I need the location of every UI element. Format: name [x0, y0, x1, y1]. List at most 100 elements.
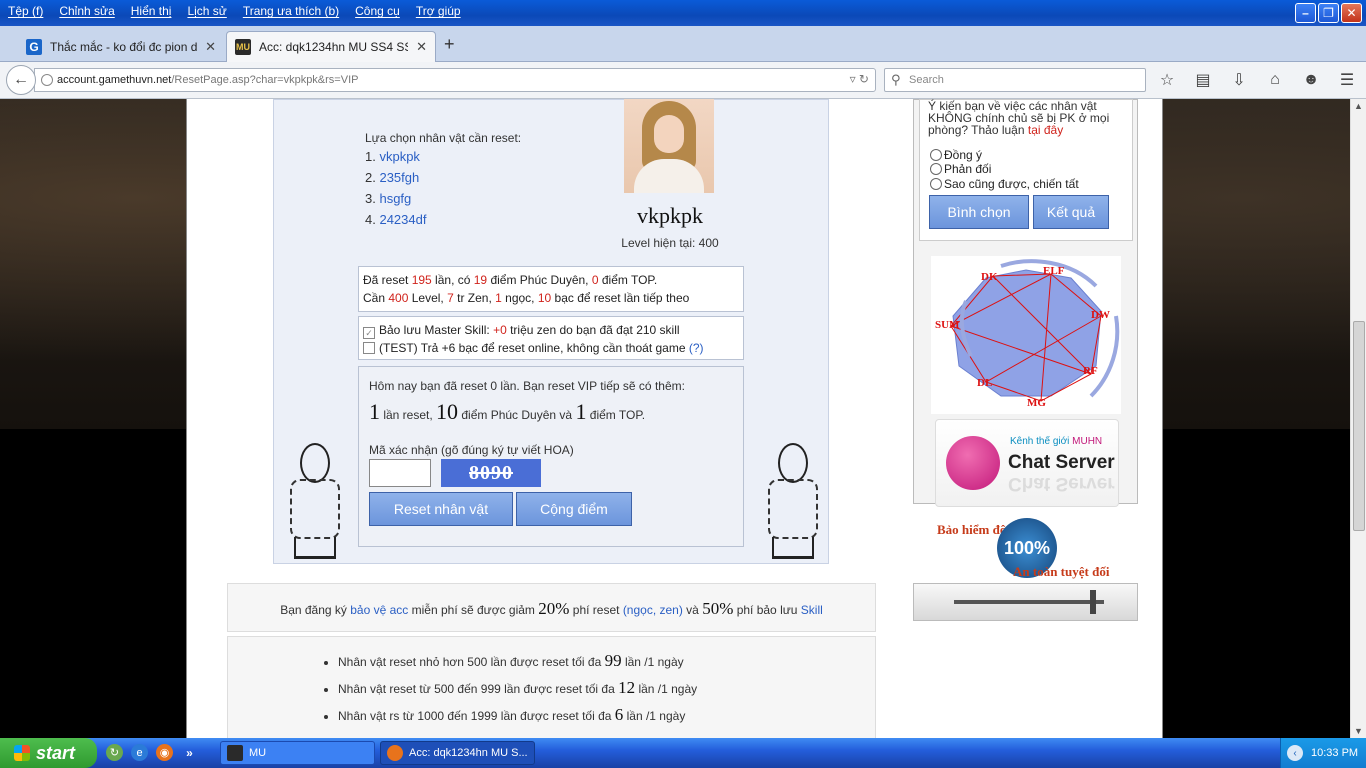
- reset-rules: Nhân vật reset nhỏ hơn 500 lần được rese…: [227, 636, 876, 738]
- vote-button[interactable]: Bình chọn: [929, 195, 1029, 229]
- class-relation-diagram: DK ELF DW RF MG DL SUM: [931, 256, 1121, 414]
- insurance-badge[interactable]: Bảo hiểm độ 100% An toàn tuyệt đối: [935, 514, 1120, 584]
- back-arrow-icon: ←: [13, 71, 29, 88]
- character-link[interactable]: 235fgh: [379, 170, 419, 185]
- character-link[interactable]: 24234df: [379, 212, 426, 227]
- discussion-link[interactable]: tại đây: [1028, 123, 1063, 137]
- taskbar-item-mu[interactable]: MU: [220, 741, 375, 765]
- tab-thac-mac[interactable]: G Thắc mắc - ko đổi đc pion dư |... ✕: [18, 31, 224, 62]
- menu-history[interactable]: Lịch sử: [179, 0, 234, 22]
- ie-icon[interactable]: e: [131, 744, 148, 761]
- radio-icon: [930, 178, 942, 190]
- list-item: 1. vkpkpk: [365, 149, 420, 164]
- bookmark-star-icon[interactable]: ☆: [1156, 69, 1178, 91]
- results-button[interactable]: Kết quả: [1033, 195, 1109, 229]
- g-favicon-icon: G: [26, 38, 42, 55]
- skill-link[interactable]: Skill: [801, 603, 823, 617]
- character-level: Level hiện tại: 400: [621, 236, 719, 250]
- character-link[interactable]: vkpkpk: [379, 149, 419, 164]
- phuc-duyen-points: 19: [473, 273, 488, 287]
- navigation-bar: account.gamethuvn.net/ResetPage.asp?char…: [0, 62, 1366, 99]
- choose-character-label: Lựa chọn nhân vật cần reset:: [365, 131, 522, 145]
- menu-view[interactable]: Hiển thị: [123, 0, 180, 22]
- tab-acc-mu[interactable]: MU Acc: dqk1234hn MU SS4 SS6 ... ✕: [226, 31, 436, 62]
- taskbar: start ↻ e ◉ » MU Acc: dqk1234hn MU S... …: [0, 738, 1366, 768]
- reset-count: 195: [411, 273, 432, 287]
- class-label-dk: DK: [981, 271, 998, 283]
- reading-list-icon[interactable]: ▤: [1192, 69, 1214, 91]
- menu-file[interactable]: Tệp (f): [0, 0, 51, 22]
- page-scrollbar[interactable]: ▲ ▼: [1350, 99, 1366, 738]
- firefox-icon[interactable]: ◉: [156, 744, 173, 761]
- list-item: Nhân vật rs từ 1000 đến 1999 lần được re…: [338, 705, 697, 732]
- close-tab-icon[interactable]: ✕: [205, 39, 216, 55]
- mu-favicon-icon: MU: [235, 39, 251, 55]
- online-reset-checkbox[interactable]: [363, 342, 375, 354]
- poll-option[interactable]: Sao cũng được, chiến tất: [930, 177, 1079, 191]
- chat-bubble-icon: [946, 436, 1000, 490]
- download-icon[interactable]: ⇩: [1228, 69, 1250, 91]
- scroll-up-icon[interactable]: ▲: [1354, 101, 1363, 111]
- tray-back-icon[interactable]: ‹: [1287, 745, 1303, 761]
- captcha-image: 8090: [441, 459, 541, 487]
- url-host: account.gamethuvn.net: [57, 74, 172, 86]
- insurance-line1: Bảo hiểm độ: [937, 522, 1007, 537]
- search-placeholder: Search: [909, 74, 944, 86]
- hamburger-menu-icon[interactable]: ☰: [1336, 69, 1358, 91]
- firefox-icon: [387, 745, 403, 761]
- scroll-down-icon[interactable]: ▼: [1354, 726, 1363, 736]
- vip-info: Hôm nay bạn đã reset 0 lần. Bạn reset VI…: [369, 379, 685, 393]
- keep-master-skill-checkbox[interactable]: ✓: [363, 327, 375, 339]
- search-input[interactable]: ⚲ Search: [884, 68, 1146, 92]
- windows-flag-icon: [14, 745, 30, 761]
- warrior-sketch-right: [758, 433, 828, 563]
- home-icon[interactable]: ⌂: [1264, 69, 1286, 91]
- list-item: 2. 235fgh: [365, 170, 420, 185]
- sword-divider: [913, 583, 1138, 621]
- clock: 10:33 PM: [1311, 747, 1359, 759]
- new-tab-icon[interactable]: +: [444, 34, 455, 55]
- more-quicklaunch-icon[interactable]: »: [181, 744, 198, 761]
- list-item: Nhân vật reset từ 500 đến 999 lần được r…: [338, 678, 697, 705]
- class-label-rf: RF: [1083, 365, 1098, 377]
- window-titlebar: Tệp (f) Chỉnh sửa Hiển thị Lịch sử Trang…: [0, 0, 1366, 26]
- protect-account-link[interactable]: bảo vệ acc: [350, 603, 408, 617]
- close-window-button[interactable]: ✕: [1341, 3, 1362, 23]
- taskbar-item-firefox[interactable]: Acc: dqk1234hn MU S...: [380, 741, 535, 765]
- refresh-app-icon[interactable]: ↻: [106, 744, 123, 761]
- restore-button[interactable]: ❐: [1318, 3, 1339, 23]
- poll-question: Ý kiến bạn về việc các nhân vật KHÔNG ch…: [928, 99, 1110, 137]
- list-item: Nhân vật reset nhỏ hơn 500 lần được rese…: [338, 651, 697, 678]
- url-bar[interactable]: account.gamethuvn.net/ResetPage.asp?char…: [34, 68, 876, 92]
- chat-server-banner[interactable]: Kênh thế giới MUHN Chat Server Chat Serv…: [935, 419, 1119, 507]
- character-portrait: [624, 99, 714, 193]
- emoji-icon[interactable]: ☻: [1300, 69, 1322, 91]
- class-label-sum: SUM: [935, 319, 960, 331]
- menu-tools[interactable]: Công cụ: [347, 0, 408, 22]
- class-label-dl: DL: [977, 377, 992, 389]
- poll-option[interactable]: Đồng ý: [930, 148, 982, 162]
- start-button[interactable]: start: [0, 738, 97, 768]
- globe-icon: [41, 74, 53, 86]
- reload-icon[interactable]: ▿ ↻: [850, 72, 869, 86]
- chat-server-reflection: Chat Server: [1008, 473, 1115, 494]
- page-viewport: Lựa chọn nhân vật cần reset: 1. vkpkpk 2…: [0, 99, 1350, 738]
- vip-bonus: 1 lần reset, 10 điểm Phúc Duyên và 1 điể…: [369, 399, 646, 424]
- chat-channel-label: Kênh thế giới MUHN: [1010, 436, 1103, 447]
- minimize-button[interactable]: –: [1295, 3, 1316, 23]
- vip-reset-box: Hôm nay bạn đã reset 0 lần. Bạn reset VI…: [358, 366, 744, 547]
- character-link[interactable]: hsgfg: [379, 191, 411, 206]
- help-link[interactable]: (?): [689, 341, 704, 355]
- menu-bookmarks[interactable]: Trang ưa thích (b): [235, 0, 347, 22]
- poll-option[interactable]: Phản đối: [930, 162, 991, 176]
- tab-title: Thắc mắc - ko đổi đc pion dư |...: [50, 39, 198, 54]
- menu-edit[interactable]: Chỉnh sửa: [51, 0, 122, 22]
- add-points-button[interactable]: Cộng điểm: [516, 492, 632, 526]
- start-label: start: [36, 742, 76, 763]
- captcha-input[interactable]: [369, 459, 431, 487]
- scroll-thumb[interactable]: [1353, 321, 1365, 531]
- menu-help[interactable]: Trợ giúp: [408, 0, 469, 22]
- reset-character-button[interactable]: Reset nhân vật: [369, 492, 513, 526]
- back-button[interactable]: ←: [6, 65, 36, 95]
- close-tab-icon[interactable]: ✕: [416, 39, 427, 55]
